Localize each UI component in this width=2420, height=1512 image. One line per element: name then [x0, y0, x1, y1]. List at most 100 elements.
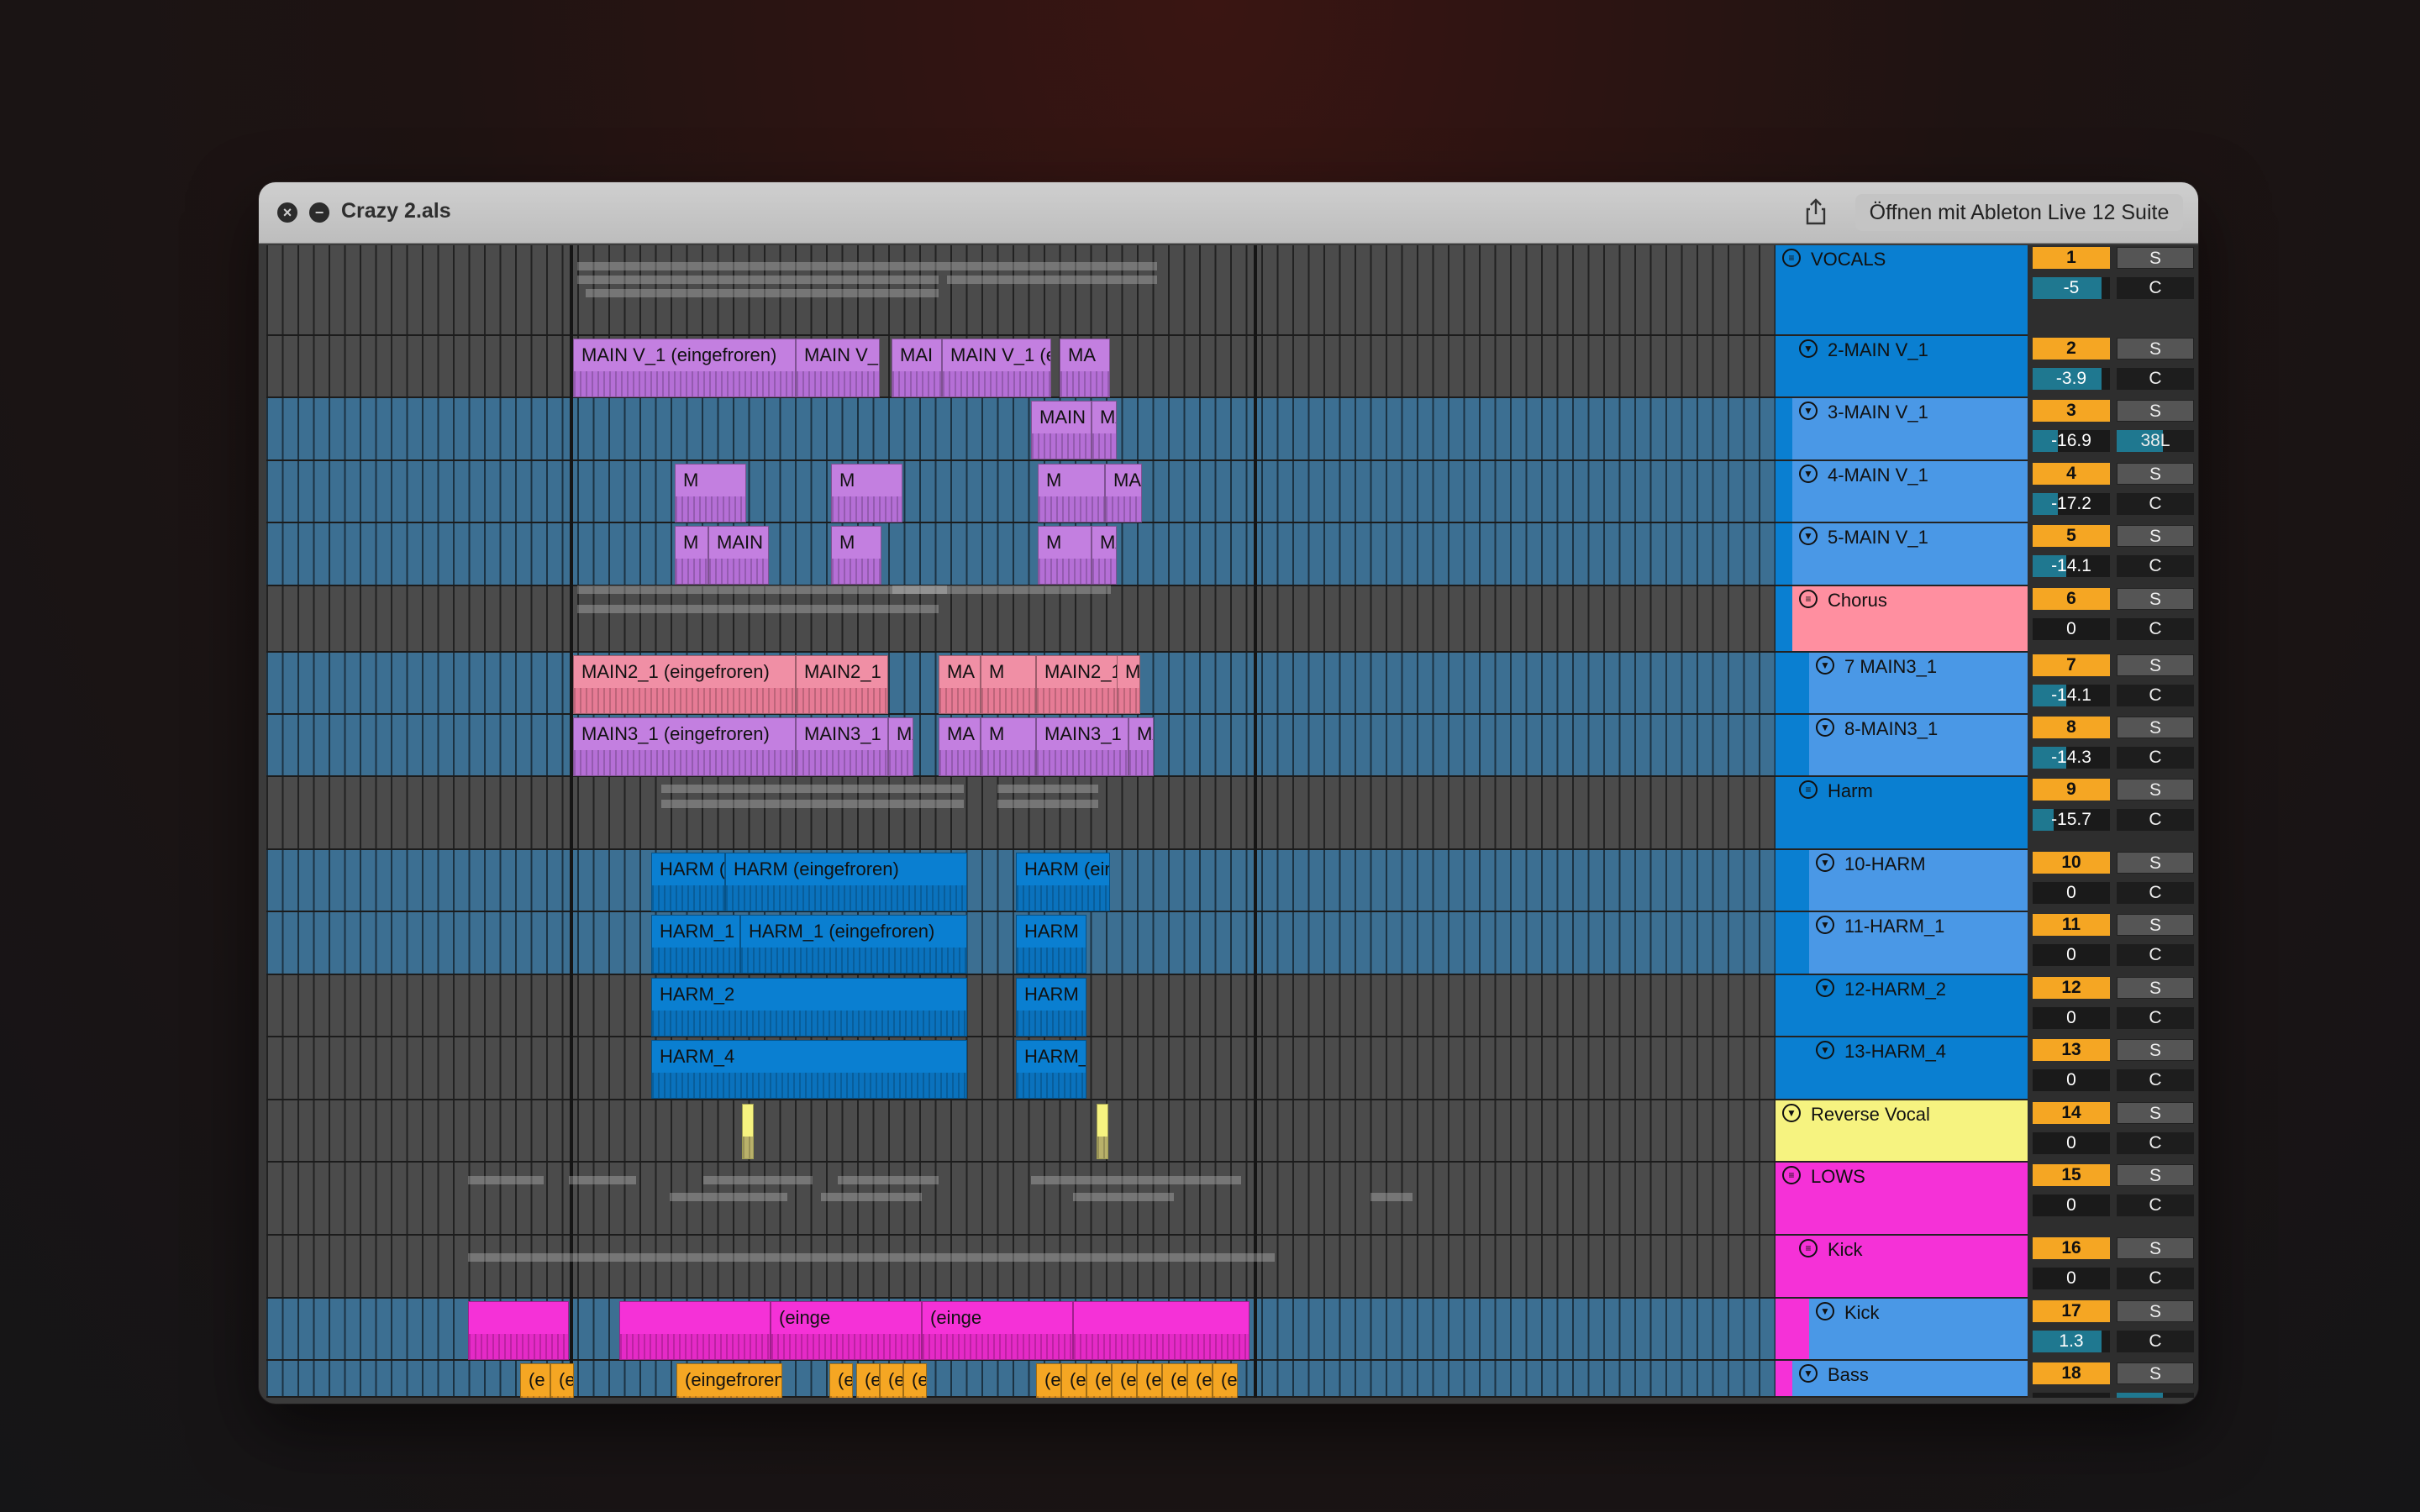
clip[interactable]: (e [520, 1363, 550, 1398]
solo-button[interactable]: S [2117, 400, 2194, 422]
pan-field[interactable]: C [2117, 944, 2194, 966]
pan-field[interactable]: C [2117, 1069, 2194, 1091]
clip[interactable] [742, 1104, 754, 1159]
clip[interactable]: (e [1162, 1363, 1187, 1398]
pan-field[interactable]: C [2117, 1331, 2194, 1352]
clip[interactable]: MAIN V_1 [796, 339, 880, 397]
clip[interactable]: (e [903, 1363, 927, 1398]
track-number[interactable]: 16 [2033, 1237, 2110, 1259]
clip[interactable]: HARM (ein [1016, 853, 1110, 911]
track-lane[interactable] [266, 523, 1776, 586]
track-number[interactable]: 14 [2033, 1102, 2110, 1124]
clip[interactable]: MAIN [708, 526, 769, 585]
clip[interactable] [1073, 1301, 1249, 1360]
clip[interactable]: MA [939, 655, 981, 714]
volume-field[interactable]: 0 [2033, 944, 2110, 966]
volume-field[interactable]: -15.7 [2033, 809, 2110, 831]
clip[interactable]: MAIN V_1 (eingefroren) [573, 339, 796, 397]
share-icon[interactable] [1803, 197, 1828, 226]
clip[interactable]: MA [1105, 464, 1142, 522]
pan-field[interactable]: C [2117, 809, 2194, 831]
solo-button[interactable]: S [2117, 525, 2194, 547]
track-lane[interactable] [266, 461, 1776, 523]
clip[interactable]: HARM [1016, 978, 1086, 1037]
clip[interactable]: MAIN3_1 (eingefroren) [573, 717, 796, 776]
track-number[interactable]: 9 [2033, 779, 2110, 801]
pan-field[interactable]: C [2117, 882, 2194, 904]
track-number[interactable]: 2 [2033, 338, 2110, 360]
track-header[interactable]: ▼ 2-MAIN V_1 [1792, 336, 2028, 398]
clip[interactable]: M [831, 526, 881, 585]
clip[interactable]: HARM_1 [651, 915, 740, 974]
chevron-down-icon[interactable]: ▼ [1816, 718, 1834, 737]
clip[interactable]: MA [939, 717, 981, 776]
solo-button[interactable]: S [2117, 779, 2194, 801]
clip[interactable]: (e [1213, 1363, 1238, 1398]
track-lane[interactable] [266, 1100, 1776, 1163]
clip[interactable]: (einge [771, 1301, 922, 1360]
volume-field[interactable]: 0 [2033, 1268, 2110, 1289]
clip[interactable]: (e [1086, 1363, 1112, 1398]
solo-button[interactable]: S [2117, 1039, 2194, 1061]
clip[interactable]: HARM (eingefroren) [725, 853, 967, 911]
chevron-down-icon[interactable]: ▼ [1799, 465, 1818, 483]
clip[interactable]: HARM_ [1016, 1040, 1086, 1099]
clip[interactable]: MA [1060, 339, 1110, 397]
track-header[interactable]: ▼ 5-MAIN V_1 [1792, 523, 2028, 586]
solo-button[interactable]: S [2117, 463, 2194, 485]
solo-button[interactable]: S [2117, 1300, 2194, 1322]
clip[interactable]: (eingefroren) [676, 1363, 782, 1398]
clip[interactable]: M [1038, 464, 1105, 522]
clip[interactable]: (e [1187, 1363, 1213, 1398]
track-number[interactable]: 8 [2033, 717, 2110, 738]
volume-field[interactable]: 0 [2033, 1007, 2110, 1029]
volume-field[interactable]: -14.1 [2033, 685, 2110, 706]
clip[interactable]: M [675, 464, 746, 522]
chevron-down-icon[interactable]: ▼ [1816, 853, 1834, 872]
solo-button[interactable]: S [2117, 588, 2194, 610]
volume-field[interactable]: -14.3 [2033, 747, 2110, 769]
clip[interactable]: MAIN2_1 [1036, 655, 1128, 714]
track-header[interactable]: ▼ Bass [1792, 1361, 2028, 1398]
clip[interactable]: HARM_4 [651, 1040, 967, 1099]
chevron-down-icon[interactable]: ▼ [1816, 1041, 1834, 1059]
clip[interactable]: MAIN3_1 [1036, 717, 1128, 776]
chevron-down-icon[interactable]: ▼ [1782, 1104, 1801, 1122]
clip[interactable]: (e [1036, 1363, 1061, 1398]
pan-field[interactable] [2117, 1393, 2194, 1398]
solo-button[interactable]: S [2117, 1237, 2194, 1259]
pan-field[interactable]: C [2117, 555, 2194, 577]
volume-field[interactable]: 0 [2033, 1069, 2110, 1091]
pan-field[interactable]: C [2117, 493, 2194, 515]
track-number[interactable]: 4 [2033, 463, 2110, 485]
clip[interactable] [1097, 1104, 1108, 1159]
track-header[interactable]: ▼ 10-HARM [1809, 850, 2028, 912]
chevron-down-icon[interactable]: ▼ [1799, 339, 1818, 358]
chevron-down-icon[interactable]: ▼ [1816, 979, 1834, 997]
pan-field[interactable]: C [2117, 1132, 2194, 1154]
pan-field[interactable]: C [2117, 747, 2194, 769]
clip[interactable]: MA [888, 717, 913, 776]
track-number[interactable]: 13 [2033, 1039, 2110, 1061]
clip[interactable]: HARM [1016, 915, 1086, 974]
solo-button[interactable]: S [2117, 852, 2194, 874]
track-lane[interactable] [266, 1163, 1776, 1236]
track-header[interactable]: ▼ 3-MAIN V_1 [1792, 398, 2028, 461]
track-number[interactable]: 15 [2033, 1164, 2110, 1186]
track-number[interactable]: 17 [2033, 1300, 2110, 1322]
minimize-icon[interactable]: − [309, 202, 329, 223]
volume-field[interactable]: -16.9 [2033, 430, 2110, 452]
solo-button[interactable]: S [2117, 338, 2194, 360]
clip[interactable]: MAIN3_1 [796, 717, 888, 776]
clip[interactable]: (e [550, 1363, 574, 1398]
clip[interactable]: MA [1092, 401, 1117, 459]
track-number[interactable]: 6 [2033, 588, 2110, 610]
group-icon[interactable]: ≡ [1799, 780, 1818, 799]
clip[interactable]: (e [829, 1363, 853, 1398]
volume-field[interactable]: 0 [2033, 1132, 2110, 1154]
group-icon[interactable]: ≡ [1799, 1239, 1818, 1257]
chevron-down-icon[interactable]: ▼ [1799, 402, 1818, 420]
track-lane[interactable] [266, 586, 1776, 653]
pan-field[interactable]: C [2117, 1194, 2194, 1216]
clip[interactable]: (e [1061, 1363, 1086, 1398]
